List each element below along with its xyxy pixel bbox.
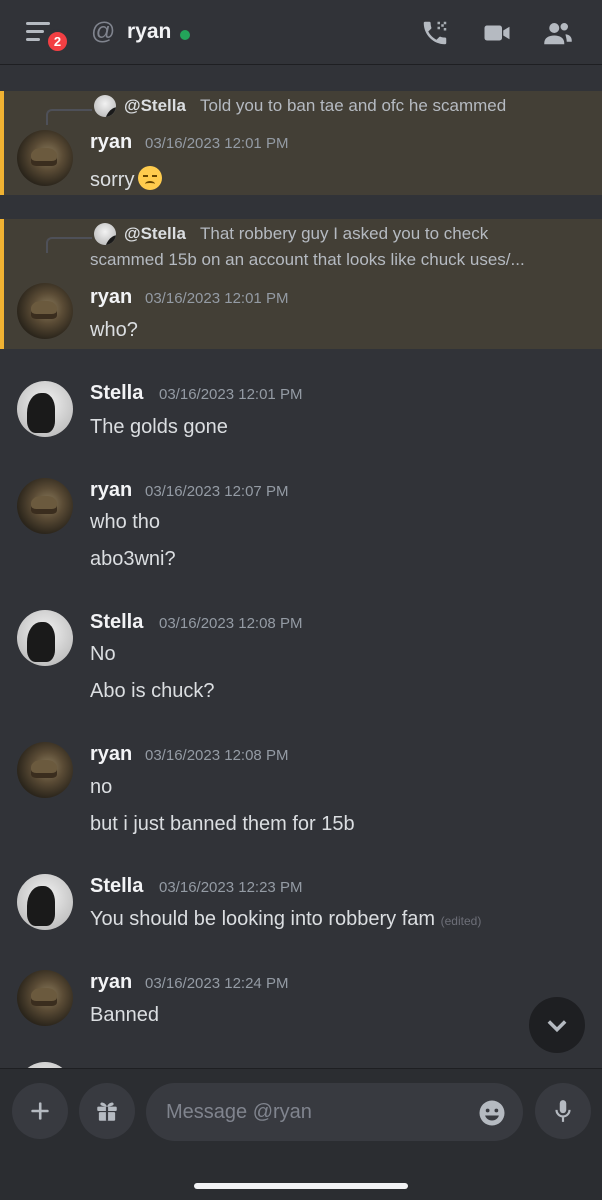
plus-icon xyxy=(31,1102,49,1120)
top-bar: 2 @ ryan xyxy=(0,0,602,65)
message-text: Abo is chuck? xyxy=(90,680,215,702)
notification-badge: 2 xyxy=(45,29,70,54)
avatar[interactable] xyxy=(17,742,73,798)
avatar[interactable] xyxy=(17,283,73,339)
microphone-icon xyxy=(555,1100,571,1122)
message-item[interactable]: @Stella That robbery guy I asked you to … xyxy=(0,219,602,349)
message-author[interactable]: Stella xyxy=(90,382,143,405)
message-list[interactable]: @Stella Told you to ban tae and ofc he s… xyxy=(0,66,602,1068)
gift-button[interactable] xyxy=(79,1083,135,1139)
message-text: who tho xyxy=(90,511,161,533)
message-text: no xyxy=(90,776,113,798)
reply-preview[interactable]: Told you to ban tae and ofc he scammed xyxy=(200,96,506,116)
message-text: No xyxy=(90,643,116,665)
message-timestamp: 03/16/2023 12:08 PM xyxy=(145,747,289,764)
message-text: who? xyxy=(90,319,138,341)
message-author[interactable]: ryan xyxy=(90,286,132,309)
message-item[interactable]: @Stella Told you to ban tae and ofc he s… xyxy=(0,91,602,195)
chevron-down-icon xyxy=(547,1020,567,1033)
jump-to-present-button[interactable] xyxy=(529,997,585,1053)
phone-icon[interactable] xyxy=(420,18,450,48)
message-author[interactable]: ryan xyxy=(90,131,132,154)
gift-icon xyxy=(97,1102,117,1121)
emoji-picker-button[interactable] xyxy=(477,1098,507,1128)
message-text: You should be looking into robbery fam (… xyxy=(90,908,482,930)
message-author[interactable]: Stella xyxy=(90,611,143,634)
reply-connector xyxy=(46,237,92,253)
message-timestamp: 03/16/2023 12:01 PM xyxy=(159,386,303,403)
online-status-icon xyxy=(180,30,190,40)
message-input[interactable] xyxy=(146,1083,523,1141)
reply-connector xyxy=(46,109,92,125)
avatar[interactable] xyxy=(17,130,73,186)
voice-message-button[interactable] xyxy=(535,1083,591,1139)
message-item[interactable]: Stella 03/16/2023 12:01 PM The golds gon… xyxy=(0,371,602,451)
message-item[interactable]: ryan 03/16/2023 12:07 PM who tho abo3wni… xyxy=(0,468,602,583)
avatar[interactable] xyxy=(17,610,73,666)
message-timestamp: 03/16/2023 12:23 PM xyxy=(159,879,303,896)
message-timestamp: 03/16/2023 12:01 PM xyxy=(145,135,289,152)
message-author[interactable]: ryan xyxy=(90,743,132,766)
reply-avatar xyxy=(94,95,116,117)
add-attachment-button[interactable] xyxy=(12,1083,68,1139)
message-timestamp: 03/16/2023 12:24 PM xyxy=(145,975,289,992)
message-text: sorry xyxy=(90,166,163,192)
avatar[interactable] xyxy=(17,478,73,534)
disappointed-emoji-icon xyxy=(138,166,163,190)
channel-title[interactable]: ryan xyxy=(127,20,171,44)
message-item[interactable]: ryan 03/16/2023 12:24 PM Banned xyxy=(0,960,602,1040)
members-icon[interactable] xyxy=(543,18,573,48)
message-author[interactable]: ryan xyxy=(90,479,132,502)
message-author[interactable]: ryan xyxy=(90,971,132,994)
message-text: The golds gone xyxy=(90,416,228,438)
message-text: abo3wni? xyxy=(90,548,176,570)
message-timestamp: 03/16/2023 12:07 PM xyxy=(145,483,289,500)
message-composer xyxy=(0,1068,602,1200)
message-timestamp: 03/16/2023 12:01 PM xyxy=(145,290,289,307)
message-item[interactable]: Stella 03/16/2023 12:23 PM You should be… xyxy=(0,864,602,944)
message-item[interactable]: Stella 03/16/2023 12:08 PM No Abo is chu… xyxy=(0,600,602,715)
avatar[interactable] xyxy=(17,381,73,437)
dm-at-icon: @ xyxy=(91,18,116,45)
message-item[interactable]: ryan 03/16/2023 12:08 PM no but i just b… xyxy=(0,732,602,847)
message-timestamp: 03/16/2023 12:08 PM xyxy=(159,615,303,632)
emoji-icon xyxy=(479,1100,505,1126)
avatar[interactable] xyxy=(17,970,73,1026)
reply-preview-continued[interactable]: scammed 15b on an account that looks lik… xyxy=(90,250,525,270)
video-icon[interactable] xyxy=(482,18,512,48)
reply-preview[interactable]: That robbery guy I asked you to check xyxy=(200,224,488,244)
reply-author[interactable]: @Stella xyxy=(124,96,186,116)
message-text: but i just banned them for 15b xyxy=(90,813,355,835)
reply-author[interactable]: @Stella xyxy=(124,224,186,244)
avatar[interactable] xyxy=(17,874,73,930)
message-text: Banned xyxy=(90,1004,159,1026)
message-author[interactable]: Stella xyxy=(90,875,143,898)
edited-label: (edited) xyxy=(440,914,482,928)
reply-avatar xyxy=(94,223,116,245)
home-indicator[interactable] xyxy=(194,1183,408,1189)
